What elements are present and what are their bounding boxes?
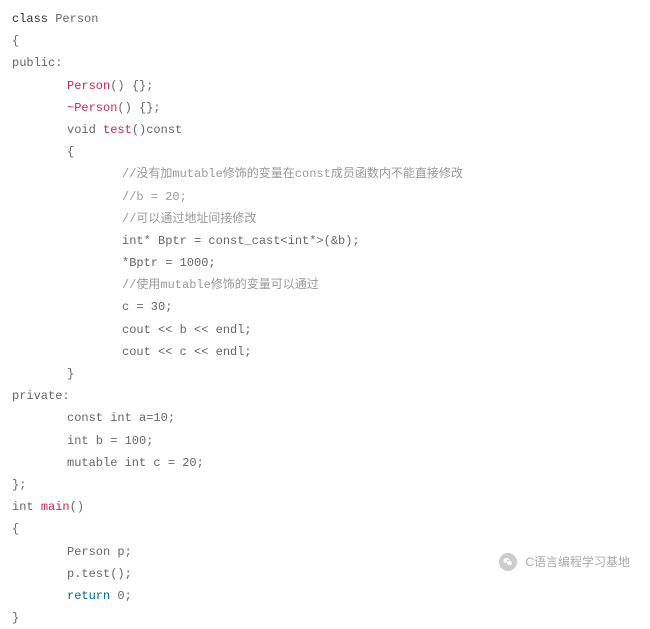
code-line: } (12, 363, 638, 385)
code-line: }; (12, 474, 638, 496)
constructor-name: Person (67, 79, 110, 93)
wechat-icon (499, 553, 517, 571)
code-line-comment: //可以通过地址间接修改 (12, 208, 638, 230)
code-line: } (12, 607, 638, 629)
footer-watermark: C语言编程学习基地 (499, 551, 630, 573)
code-line: return 0; (12, 585, 638, 607)
code-line: ~Person() {}; (12, 97, 638, 119)
footer-text: C语言编程学习基地 (525, 551, 630, 573)
code-line-comment: //使用mutable修饰的变量可以通过 (12, 274, 638, 296)
code-line: { (12, 518, 638, 540)
code-line: cout << c << endl; (12, 341, 638, 363)
destructor-name: Person (74, 101, 117, 115)
code-line: mutable int c = 20; (12, 452, 638, 474)
code-line: Person() {}; (12, 75, 638, 97)
code-line: int b = 100; (12, 430, 638, 452)
code-line: int* Bptr = const_cast<int*>(&b); (12, 230, 638, 252)
code-line: public: (12, 52, 638, 74)
code-line: cout << b << endl; (12, 319, 638, 341)
code-line: { (12, 30, 638, 52)
main-fn: main (41, 500, 70, 514)
code-line-comment: //b = 20; (12, 186, 638, 208)
code-line-comment: //没有加mutable修饰的变量在const成员函数内不能直接修改 (12, 163, 638, 185)
code-line: *Bptr = 1000; (12, 252, 638, 274)
keyword-class: class (12, 12, 48, 26)
code-line: { (12, 141, 638, 163)
method-name: test (103, 123, 132, 137)
code-line: class Person (12, 8, 638, 30)
code-line: c = 30; (12, 296, 638, 318)
keyword-return: return (67, 589, 110, 603)
code-line: private: (12, 385, 638, 407)
code-line: int main() (12, 496, 638, 518)
code-line: void test()const (12, 119, 638, 141)
class-name: Person (48, 12, 98, 26)
code-line: const int a=10; (12, 407, 638, 429)
